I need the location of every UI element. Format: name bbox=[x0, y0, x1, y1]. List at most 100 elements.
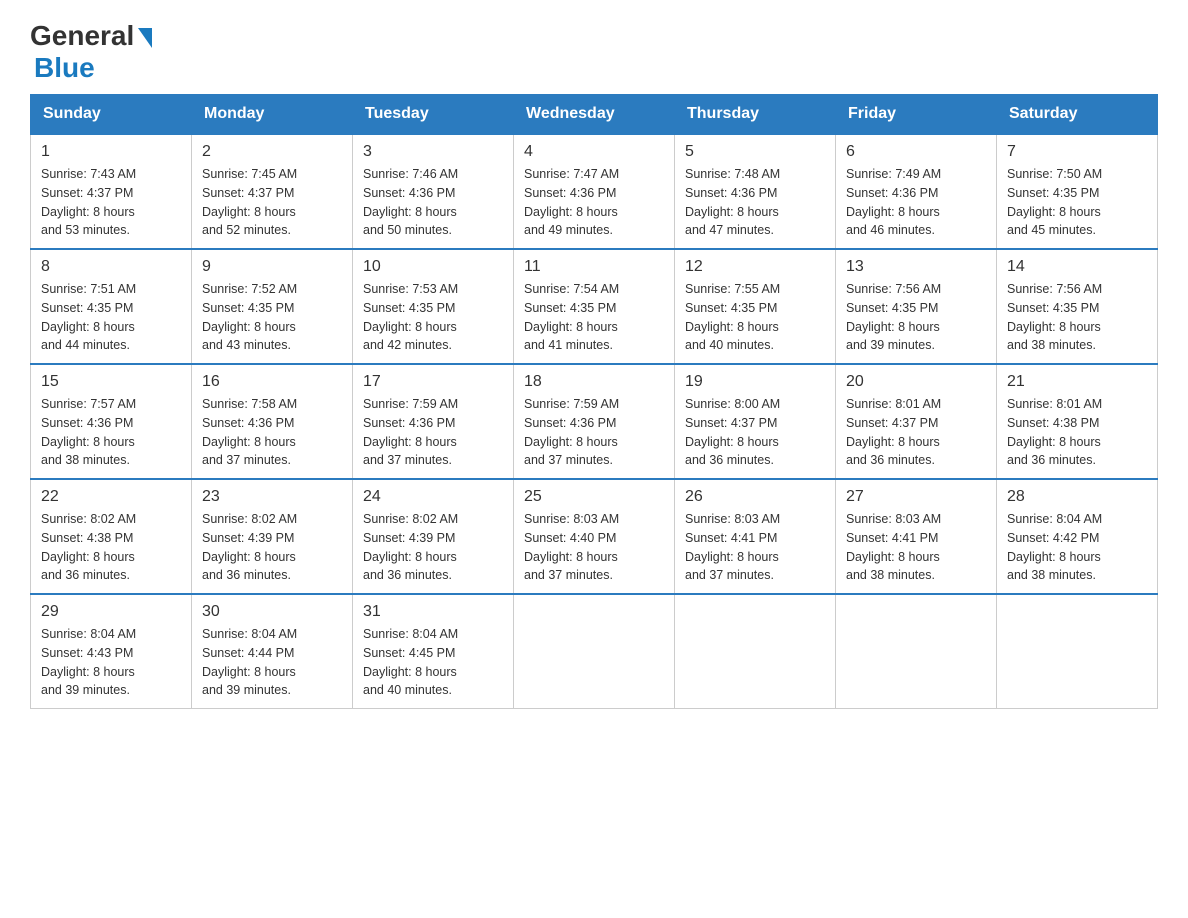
day-info: Sunrise: 8:01 AMSunset: 4:37 PMDaylight:… bbox=[846, 395, 986, 470]
calendar-cell: 20 Sunrise: 8:01 AMSunset: 4:37 PMDayligh… bbox=[836, 364, 997, 479]
day-info: Sunrise: 8:03 AMSunset: 4:41 PMDaylight:… bbox=[685, 510, 825, 585]
day-info: Sunrise: 8:04 AMSunset: 4:45 PMDaylight:… bbox=[363, 625, 503, 700]
calendar-week-3: 15 Sunrise: 7:57 AMSunset: 4:36 PMDayligh… bbox=[31, 364, 1158, 479]
day-number: 4 bbox=[524, 143, 664, 161]
logo-blue-text: Blue bbox=[34, 52, 95, 84]
day-info: Sunrise: 7:57 AMSunset: 4:36 PMDaylight:… bbox=[41, 395, 181, 470]
day-number: 13 bbox=[846, 258, 986, 276]
calendar-cell: 19 Sunrise: 8:00 AMSunset: 4:37 PMDayligh… bbox=[675, 364, 836, 479]
day-info: Sunrise: 7:56 AMSunset: 4:35 PMDaylight:… bbox=[846, 280, 986, 355]
day-info: Sunrise: 7:50 AMSunset: 4:35 PMDaylight:… bbox=[1007, 165, 1147, 240]
calendar-cell: 2 Sunrise: 7:45 AMSunset: 4:37 PMDaylight… bbox=[192, 134, 353, 249]
calendar-cell: 17 Sunrise: 7:59 AMSunset: 4:36 PMDayligh… bbox=[353, 364, 514, 479]
calendar-cell: 1 Sunrise: 7:43 AMSunset: 4:37 PMDaylight… bbox=[31, 134, 192, 249]
calendar-cell: 4 Sunrise: 7:47 AMSunset: 4:36 PMDaylight… bbox=[514, 134, 675, 249]
day-number: 11 bbox=[524, 258, 664, 276]
day-info: Sunrise: 7:54 AMSunset: 4:35 PMDaylight:… bbox=[524, 280, 664, 355]
day-number: 2 bbox=[202, 143, 342, 161]
day-info: Sunrise: 8:02 AMSunset: 4:39 PMDaylight:… bbox=[363, 510, 503, 585]
day-number: 15 bbox=[41, 373, 181, 391]
calendar-cell: 22 Sunrise: 8:02 AMSunset: 4:38 PMDayligh… bbox=[31, 479, 192, 594]
calendar-cell: 11 Sunrise: 7:54 AMSunset: 4:35 PMDayligh… bbox=[514, 249, 675, 364]
calendar-cell bbox=[836, 594, 997, 709]
day-number: 25 bbox=[524, 488, 664, 506]
calendar-cell: 16Sunrise: 7:58 AMSunset: 4:36 PMDayligh… bbox=[192, 364, 353, 479]
day-number: 3 bbox=[363, 143, 503, 161]
weekday-header-sunday: Sunday bbox=[31, 95, 192, 135]
day-info: Sunrise: 8:00 AMSunset: 4:37 PMDaylight:… bbox=[685, 395, 825, 470]
calendar-week-2: 8Sunrise: 7:51 AMSunset: 4:35 PMDaylight… bbox=[31, 249, 1158, 364]
day-info: Sunrise: 7:55 AMSunset: 4:35 PMDaylight:… bbox=[685, 280, 825, 355]
day-number: 1 bbox=[41, 143, 181, 161]
day-number: 17 bbox=[363, 373, 503, 391]
day-number: 29 bbox=[41, 603, 181, 621]
logo: General Blue bbox=[30, 20, 152, 84]
weekday-header-wednesday: Wednesday bbox=[514, 95, 675, 135]
day-info: Sunrise: 7:53 AMSunset: 4:35 PMDaylight:… bbox=[363, 280, 503, 355]
logo-arrow-icon bbox=[138, 28, 152, 48]
day-number: 28 bbox=[1007, 488, 1147, 506]
calendar-cell: 30 Sunrise: 8:04 AMSunset: 4:44 PMDayligh… bbox=[192, 594, 353, 709]
calendar-cell: 10 Sunrise: 7:53 AMSunset: 4:35 PMDayligh… bbox=[353, 249, 514, 364]
day-number: 30 bbox=[202, 603, 342, 621]
calendar-cell: 25 Sunrise: 8:03 AMSunset: 4:40 PMDayligh… bbox=[514, 479, 675, 594]
weekday-header-monday: Monday bbox=[192, 95, 353, 135]
calendar-cell: 6Sunrise: 7:49 AMSunset: 4:36 PMDaylight… bbox=[836, 134, 997, 249]
day-number: 8 bbox=[41, 258, 181, 276]
day-number: 16 bbox=[202, 373, 342, 391]
calendar-cell bbox=[997, 594, 1158, 709]
day-number: 10 bbox=[363, 258, 503, 276]
day-info: Sunrise: 8:02 AMSunset: 4:39 PMDaylight:… bbox=[202, 510, 342, 585]
day-info: Sunrise: 7:59 AMSunset: 4:36 PMDaylight:… bbox=[363, 395, 503, 470]
day-number: 7 bbox=[1007, 143, 1147, 161]
calendar-cell: 14Sunrise: 7:56 AMSunset: 4:35 PMDayligh… bbox=[997, 249, 1158, 364]
calendar-cell: 5 Sunrise: 7:48 AMSunset: 4:36 PMDaylight… bbox=[675, 134, 836, 249]
day-info: Sunrise: 7:49 AMSunset: 4:36 PMDaylight:… bbox=[846, 165, 986, 240]
calendar-cell: 29 Sunrise: 8:04 AMSunset: 4:43 PMDayligh… bbox=[31, 594, 192, 709]
calendar-cell: 15 Sunrise: 7:57 AMSunset: 4:36 PMDayligh… bbox=[31, 364, 192, 479]
calendar-week-4: 22 Sunrise: 8:02 AMSunset: 4:38 PMDayligh… bbox=[31, 479, 1158, 594]
day-info: Sunrise: 8:03 AMSunset: 4:41 PMDaylight:… bbox=[846, 510, 986, 585]
day-number: 26 bbox=[685, 488, 825, 506]
weekday-header-friday: Friday bbox=[836, 95, 997, 135]
day-info: Sunrise: 7:43 AMSunset: 4:37 PMDaylight:… bbox=[41, 165, 181, 240]
logo-general-text: General bbox=[30, 20, 134, 52]
calendar-cell: 7 Sunrise: 7:50 AMSunset: 4:35 PMDaylight… bbox=[997, 134, 1158, 249]
calendar-cell: 23 Sunrise: 8:02 AMSunset: 4:39 PMDayligh… bbox=[192, 479, 353, 594]
calendar-cell: 9 Sunrise: 7:52 AMSunset: 4:35 PMDaylight… bbox=[192, 249, 353, 364]
day-number: 23 bbox=[202, 488, 342, 506]
calendar-table: SundayMondayTuesdayWednesdayThursdayFrid… bbox=[30, 94, 1158, 709]
day-info: Sunrise: 7:56 AMSunset: 4:35 PMDaylight:… bbox=[1007, 280, 1147, 355]
calendar-cell: 28Sunrise: 8:04 AMSunset: 4:42 PMDayligh… bbox=[997, 479, 1158, 594]
day-number: 20 bbox=[846, 373, 986, 391]
day-number: 27 bbox=[846, 488, 986, 506]
day-info: Sunrise: 7:45 AMSunset: 4:37 PMDaylight:… bbox=[202, 165, 342, 240]
calendar-cell: 21Sunrise: 8:01 AMSunset: 4:38 PMDayligh… bbox=[997, 364, 1158, 479]
calendar-cell: 12 Sunrise: 7:55 AMSunset: 4:35 PMDayligh… bbox=[675, 249, 836, 364]
calendar-cell bbox=[675, 594, 836, 709]
day-info: Sunrise: 8:04 AMSunset: 4:44 PMDaylight:… bbox=[202, 625, 342, 700]
day-number: 5 bbox=[685, 143, 825, 161]
calendar-cell: 27 Sunrise: 8:03 AMSunset: 4:41 PMDayligh… bbox=[836, 479, 997, 594]
day-number: 22 bbox=[41, 488, 181, 506]
day-info: Sunrise: 8:03 AMSunset: 4:40 PMDaylight:… bbox=[524, 510, 664, 585]
day-info: Sunrise: 7:48 AMSunset: 4:36 PMDaylight:… bbox=[685, 165, 825, 240]
day-number: 21 bbox=[1007, 373, 1147, 391]
weekday-header-row: SundayMondayTuesdayWednesdayThursdayFrid… bbox=[31, 95, 1158, 135]
day-number: 31 bbox=[363, 603, 503, 621]
calendar-cell: 24Sunrise: 8:02 AMSunset: 4:39 PMDayligh… bbox=[353, 479, 514, 594]
calendar-cell: 26 Sunrise: 8:03 AMSunset: 4:41 PMDayligh… bbox=[675, 479, 836, 594]
day-number: 19 bbox=[685, 373, 825, 391]
day-info: Sunrise: 7:47 AMSunset: 4:36 PMDaylight:… bbox=[524, 165, 664, 240]
day-info: Sunrise: 8:02 AMSunset: 4:38 PMDaylight:… bbox=[41, 510, 181, 585]
weekday-header-tuesday: Tuesday bbox=[353, 95, 514, 135]
weekday-header-thursday: Thursday bbox=[675, 95, 836, 135]
day-info: Sunrise: 8:04 AMSunset: 4:43 PMDaylight:… bbox=[41, 625, 181, 700]
day-info: Sunrise: 7:52 AMSunset: 4:35 PMDaylight:… bbox=[202, 280, 342, 355]
calendar-week-5: 29 Sunrise: 8:04 AMSunset: 4:43 PMDayligh… bbox=[31, 594, 1158, 709]
day-number: 9 bbox=[202, 258, 342, 276]
day-number: 12 bbox=[685, 258, 825, 276]
calendar-cell bbox=[514, 594, 675, 709]
calendar-cell: 8Sunrise: 7:51 AMSunset: 4:35 PMDaylight… bbox=[31, 249, 192, 364]
calendar-week-1: 1 Sunrise: 7:43 AMSunset: 4:37 PMDaylight… bbox=[31, 134, 1158, 249]
